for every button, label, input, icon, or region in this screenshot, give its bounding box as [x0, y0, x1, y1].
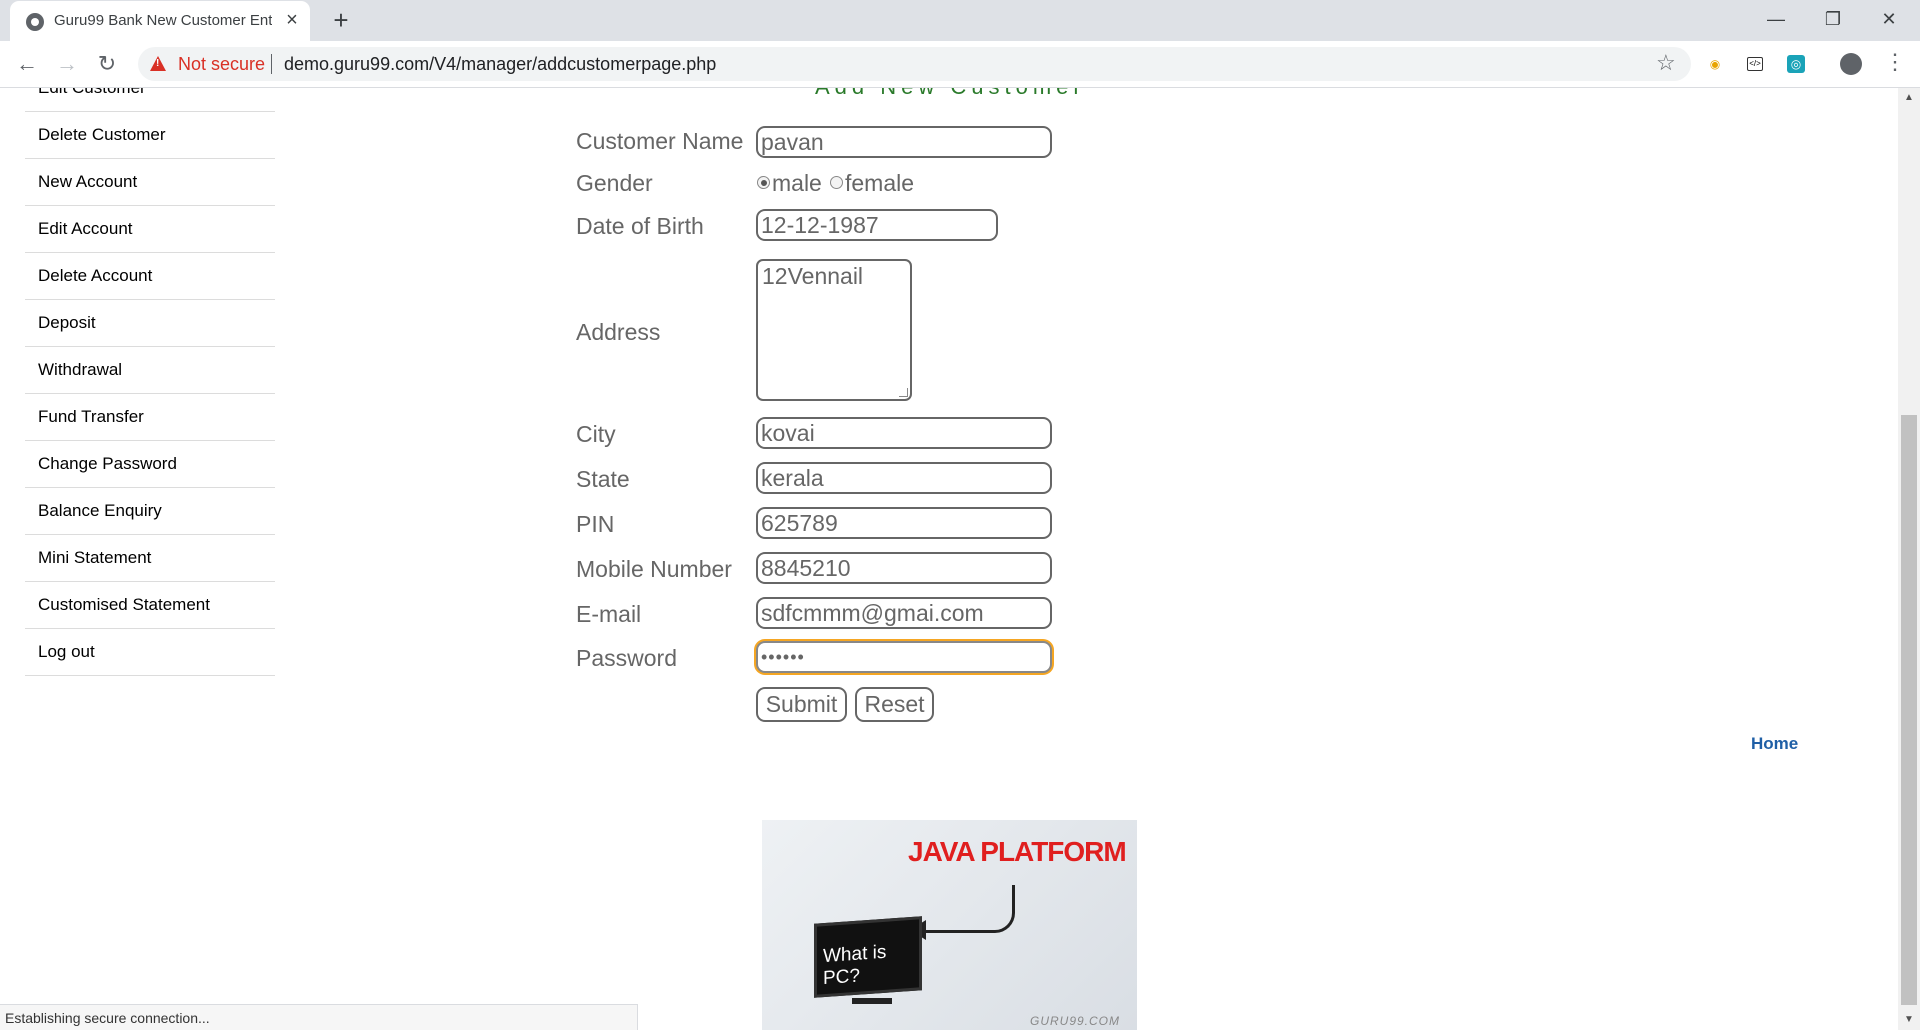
globe-icon: [26, 13, 44, 31]
url-text[interactable]: demo.guru99.com/V4/manager/addcustomerpa…: [284, 54, 716, 75]
monitor-icon: What is PC?: [814, 916, 922, 998]
monitor-stand: [852, 998, 892, 1004]
minimize-icon[interactable]: —: [1753, 0, 1799, 38]
sidebar-item-deposit[interactable]: Deposit: [25, 300, 275, 347]
curved-arrow-icon: [922, 885, 1015, 933]
resize-handle-icon[interactable]: [899, 388, 908, 397]
sidebar-item-withdrawal[interactable]: Withdrawal: [25, 347, 275, 394]
extension-icon[interactable]: ◉: [1706, 55, 1724, 73]
close-tab-icon[interactable]: ×: [281, 9, 303, 31]
reset-button[interactable]: Reset: [855, 687, 934, 722]
gender-female-label: female: [845, 170, 915, 196]
mobile-input[interactable]: 8845210: [756, 552, 1052, 584]
java-platform-banner[interactable]: JAVA PLATFORM What is PC? GURU99.COM: [762, 820, 1137, 1030]
gender-male-label: male: [772, 170, 822, 196]
sidebar-item-fund-transfer[interactable]: Fund Transfer: [25, 394, 275, 441]
sidebar-item-customised-statement[interactable]: Customised Statement: [25, 582, 275, 629]
extension-teal-icon[interactable]: ◎: [1787, 55, 1805, 73]
sidebar-item-change-password[interactable]: Change Password: [25, 441, 275, 488]
security-label[interactable]: Not secure: [178, 54, 265, 75]
tab-strip: Guru99 Bank New Customer Entr × + — ❐ ✕: [0, 0, 1920, 41]
password-label: Password: [576, 645, 677, 671]
dob-label: Date of Birth: [576, 213, 704, 239]
omnibox-divider: [271, 54, 272, 74]
city-input[interactable]: kovai: [756, 417, 1052, 449]
maximize-icon[interactable]: ❐: [1810, 0, 1856, 38]
gender-male-radio[interactable]: [757, 176, 770, 189]
address-value: 12Vennail: [762, 263, 864, 289]
dob-input[interactable]: 12-12-1987: [756, 209, 998, 241]
banner-title: JAVA PLATFORM: [908, 836, 1127, 867]
new-tab-button[interactable]: +: [326, 6, 356, 36]
email-input[interactable]: sdfcmmm@gmai.com: [756, 597, 1052, 629]
page-viewport: Edit Customer Delete Customer New Accoun…: [0, 88, 1898, 1030]
vertical-scrollbar[interactable]: ▲ ▼: [1898, 88, 1920, 1030]
close-icon[interactable]: ✕: [1866, 0, 1912, 38]
back-icon[interactable]: ←: [12, 49, 42, 79]
reload-icon[interactable]: ↻: [92, 49, 122, 79]
scroll-up-icon[interactable]: ▲: [1898, 88, 1920, 108]
tab-title: Guru99 Bank New Customer Entr: [54, 12, 272, 29]
sidebar-item-balance-enquiry[interactable]: Balance Enquiry: [25, 488, 275, 535]
state-input[interactable]: kerala: [756, 462, 1052, 494]
profile-icon[interactable]: [1840, 53, 1862, 75]
banner-credit: GURU99.COM: [1030, 1014, 1121, 1028]
city-label: City: [576, 421, 616, 447]
home-link[interactable]: Home: [1751, 734, 1798, 754]
mobile-label: Mobile Number: [576, 556, 732, 582]
browser-tab[interactable]: Guru99 Bank New Customer Entr ×: [10, 1, 310, 41]
scrollbar-thumb[interactable]: [1901, 415, 1917, 1005]
more-menu-icon[interactable]: ⋮: [1884, 49, 1906, 75]
gender-label: Gender: [576, 170, 653, 196]
address-label: Address: [576, 319, 661, 345]
sidebar-item-edit-customer[interactable]: Edit Customer: [25, 88, 275, 112]
forward-icon[interactable]: →: [52, 49, 82, 79]
bookmark-star-icon[interactable]: ☆: [1656, 50, 1676, 76]
customer-name-input[interactable]: pavan: [756, 126, 1052, 158]
browser-toolbar: ← → ↻ Not secure demo.guru99.com/V4/mana…: [0, 41, 1920, 88]
status-bar: Establishing secure connection...: [0, 1004, 638, 1030]
warning-icon: [150, 56, 166, 71]
gender-female-radio[interactable]: [830, 176, 843, 189]
customer-name-label: Customer Name: [576, 128, 744, 154]
sidebar-item-log-out[interactable]: Log out: [25, 629, 275, 676]
submit-button[interactable]: Submit: [756, 687, 847, 722]
address-bar[interactable]: Not secure demo.guru99.com/V4/manager/ad…: [138, 47, 1691, 81]
sidebar-menu: Edit Customer Delete Customer New Accoun…: [25, 88, 275, 676]
email-label: E-mail: [576, 601, 642, 627]
monitor-text: What is PC?: [823, 941, 887, 990]
form-title: Add New Customer: [815, 88, 1086, 100]
address-textarea[interactable]: 12Vennail: [756, 259, 912, 401]
sidebar-item-edit-account[interactable]: Edit Account: [25, 206, 275, 253]
sidebar-item-delete-customer[interactable]: Delete Customer: [25, 112, 275, 159]
pin-input[interactable]: 625789: [756, 507, 1052, 539]
sidebar-item-new-account[interactable]: New Account: [25, 159, 275, 206]
state-label: State: [576, 466, 630, 492]
sidebar-item-delete-account[interactable]: Delete Account: [25, 253, 275, 300]
sidebar-item-mini-statement[interactable]: Mini Statement: [25, 535, 275, 582]
extension-code-icon[interactable]: </>: [1747, 57, 1763, 71]
password-input[interactable]: ••••••: [756, 641, 1052, 673]
scroll-down-icon[interactable]: ▼: [1898, 1010, 1920, 1030]
pin-label: PIN: [576, 511, 615, 537]
